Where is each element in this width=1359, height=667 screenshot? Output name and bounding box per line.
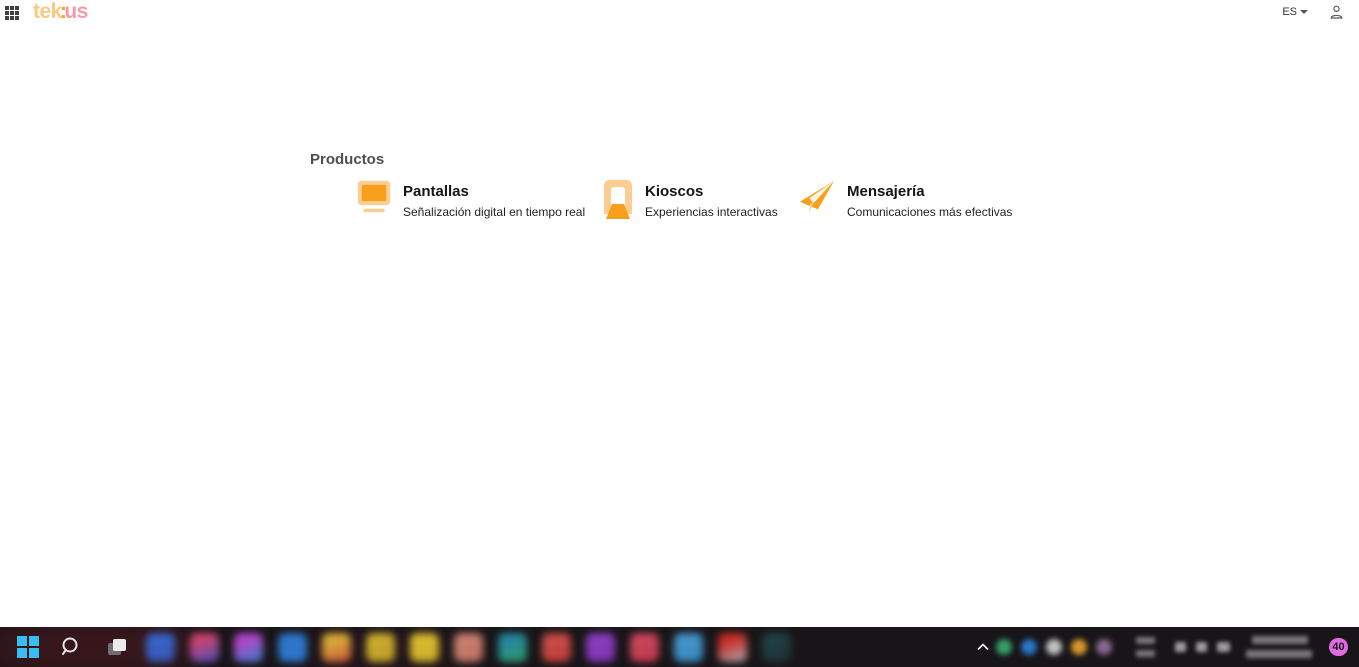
product-subtitle: Señalización digital en tiempo real: [403, 205, 585, 219]
windows-taskbar: 40: [0, 627, 1359, 667]
taskbar-app-5[interactable]: [322, 633, 351, 662]
notification-badge[interactable]: 40: [1329, 638, 1348, 656]
search-icon: [60, 636, 82, 658]
logo-part-2: us: [64, 0, 88, 23]
taskbar-app-6[interactable]: [366, 633, 395, 662]
taskbar-app-13[interactable]: [674, 633, 703, 662]
top-header: tek:us ES: [0, 0, 1359, 26]
product-subtitle: Experiencias interactivas: [645, 205, 778, 219]
taskbar-app-11[interactable]: [586, 633, 615, 662]
tray-expand-button[interactable]: [970, 632, 996, 662]
search-button[interactable]: [56, 632, 86, 662]
taskbar-app-4[interactable]: [278, 633, 307, 662]
products-section-title: Productos: [310, 151, 384, 168]
taskbar-app-8[interactable]: [454, 633, 483, 662]
product-title: Kioscos: [645, 183, 778, 200]
taskbar-app-2[interactable]: [190, 633, 219, 662]
chevron-up-icon: [976, 642, 990, 652]
product-title: Mensajería: [847, 183, 1012, 200]
tray-icon-gray[interactable]: [1046, 639, 1062, 655]
tray-icon-green[interactable]: [996, 639, 1012, 655]
task-view-icon: [104, 635, 128, 659]
chevron-down-icon: [1300, 10, 1308, 14]
tray-icon-orange[interactable]: [1071, 639, 1087, 655]
taskbar-app-14[interactable]: [718, 633, 747, 662]
product-item-kioscos[interactable]: Kioscos Experiencias interactivas: [602, 178, 778, 225]
taskbar-app-1[interactable]: [146, 633, 175, 662]
product-subtitle: Comunicaciones más efectivas: [847, 205, 1012, 219]
task-view-button[interactable]: [101, 632, 131, 662]
product-title: Pantallas: [403, 183, 585, 200]
grid-menu-icon[interactable]: [5, 6, 19, 20]
logo-part-1: tek: [33, 0, 62, 23]
taskbar-app-10[interactable]: [542, 633, 571, 662]
windows-logo-icon: [17, 636, 39, 658]
taskbar-app-12[interactable]: [630, 633, 659, 662]
paper-plane-icon: [798, 178, 836, 221]
tray-icon-purple[interactable]: [1096, 639, 1112, 655]
taskbar-app-15[interactable]: [762, 633, 791, 662]
taskbar-app-3[interactable]: [234, 633, 263, 662]
taskbar-app-9[interactable]: [498, 633, 527, 662]
taskbar-app-7[interactable]: [410, 633, 439, 662]
monitor-icon: [356, 178, 392, 221]
language-selector[interactable]: ES: [1282, 6, 1308, 18]
product-item-mensajeria[interactable]: Mensajería Comunicaciones más efectivas: [798, 178, 1012, 221]
start-button[interactable]: [13, 632, 43, 662]
tray-icon-blue[interactable]: [1021, 639, 1037, 655]
kiosk-icon: [602, 178, 634, 225]
user-icon: [1330, 5, 1343, 19]
user-account-button[interactable]: [1330, 5, 1343, 19]
product-item-pantallas[interactable]: Pantallas Señalización digital en tiempo…: [356, 178, 585, 221]
tekus-logo[interactable]: tek:us: [33, 0, 88, 24]
language-label: ES: [1282, 6, 1297, 18]
